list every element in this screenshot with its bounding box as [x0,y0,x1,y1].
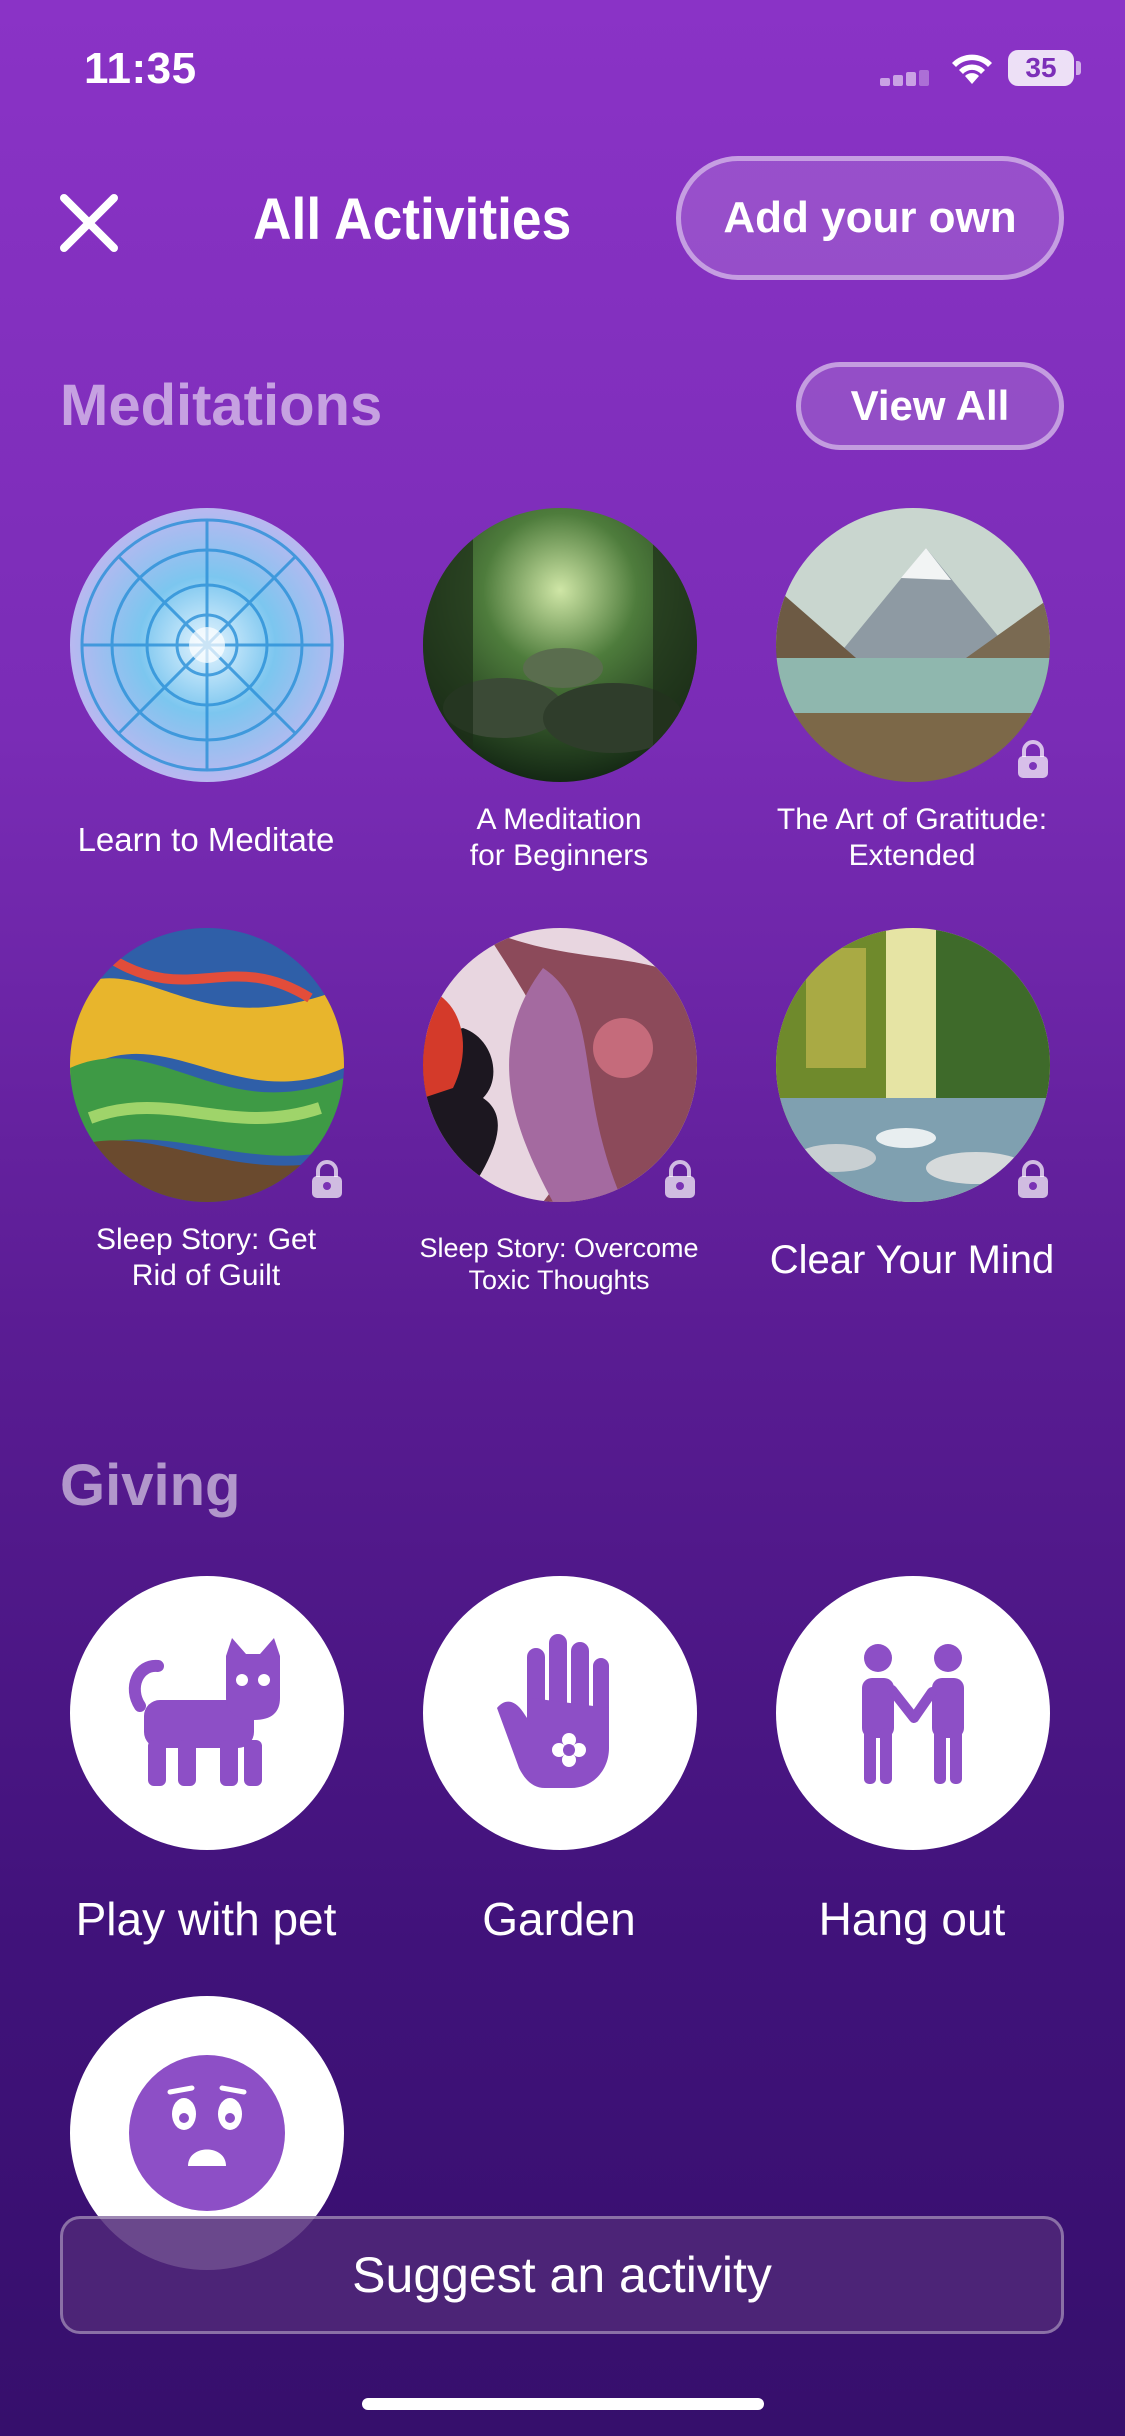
meditation-item[interactable]: Learn to Meditate [30,508,382,868]
giving-icon-circle [70,1576,344,1850]
signal-icon [880,70,930,86]
lock-icon [312,1160,342,1198]
meditation-title: Clear Your Mind [769,1238,1055,1282]
meditation-thumbnail [423,928,697,1202]
two-people-icon [862,1644,964,1784]
meditations-heading: Meditations [60,373,383,438]
view-all-button[interactable]: View All [796,362,1064,450]
giving-item[interactable]: Play with pet [30,1576,382,1956]
cat-icon [128,1638,280,1786]
meditation-item[interactable]: Sleep Story: Overcome Toxic Thoughts [383,928,735,1298]
giving-item[interactable]: Hang out [736,1576,1088,1956]
lock-icon [1018,740,1048,778]
meditation-title: Sleep Story: Get [95,1223,317,1256]
meditation-title: A Meditation [476,803,642,836]
surprised-face-icon [129,2055,285,2211]
meditation-item[interactable]: The Art of Gratitude: Extended [736,508,1088,878]
meditation-title-line2: Toxic Thoughts [468,1265,650,1295]
add-your-own-button[interactable]: Add your own [676,156,1064,280]
meditation-title: Sleep Story: Overcome [419,1233,699,1263]
close-icon[interactable] [58,192,120,254]
meditation-thumbnail [423,508,697,782]
meditation-thumbnail [70,508,344,782]
suggest-activity-button[interactable]: Suggest an activity [60,2216,1064,2334]
meditation-thumbnail [776,928,1050,1202]
lock-icon [665,1160,695,1198]
meditation-thumbnail [70,928,344,1202]
meditation-thumbnail [776,508,1050,782]
meditation-item[interactable]: Sleep Story: Get Rid of Guilt [30,928,382,1298]
wifi-icon [952,54,992,84]
giving-label: Play with pet [75,1893,337,1945]
meditation-item[interactable]: A Meditation for Beginners [383,508,735,878]
meditation-item[interactable]: Clear Your Mind [736,928,1088,1298]
giving-item[interactable]: Garden [383,1576,735,1956]
giving-icon-circle [776,1576,1050,1850]
home-indicator [362,2398,764,2410]
giving-label: Hang out [818,1893,1006,1945]
meditation-title: Learn to Meditate [77,821,335,858]
battery-icon: 35 [1008,50,1074,86]
meditation-title-line2: for Beginners [469,839,649,872]
hand-flower-icon [497,1634,609,1788]
giving-icon-circle [423,1576,697,1850]
lock-icon [1018,1160,1048,1198]
meditation-title-line2: Extended [848,839,976,872]
giving-item[interactable] [30,1996,382,2270]
giving-heading: Giving [60,1453,241,1518]
meditation-title-line2: Rid of Guilt [131,1259,281,1292]
giving-label: Garden [482,1893,636,1945]
status-time: 11:35 [84,44,197,93]
page-title: All Activities [253,187,572,252]
battery-tip [1076,61,1081,75]
meditation-title: The Art of Gratitude: [776,803,1048,836]
